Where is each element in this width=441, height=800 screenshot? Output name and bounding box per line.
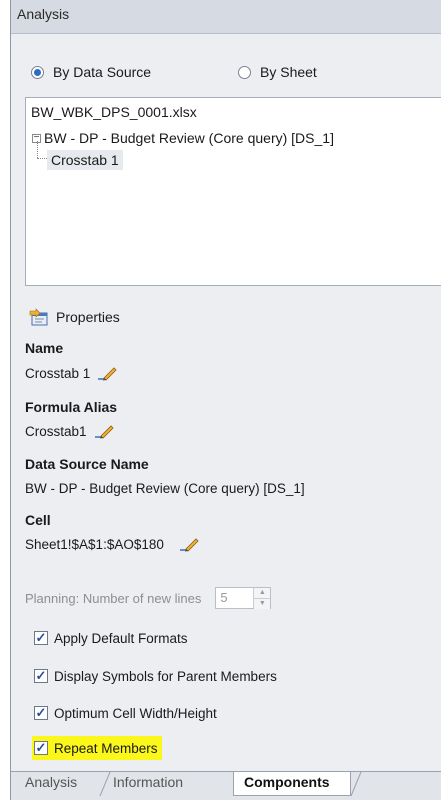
- tree-root-item[interactable]: BW_WBK_DPS_0001.xlsx: [31, 104, 197, 120]
- checkbox-display-symbols[interactable]: ✓ Display Symbols for Parent Members: [34, 666, 277, 686]
- stepper-up-icon[interactable]: ▲: [254, 588, 271, 599]
- checkbox-icon[interactable]: ✓: [34, 741, 48, 755]
- checkbox-optimum-cell-width[interactable]: ✓ Optimum Cell Width/Height: [34, 703, 217, 723]
- tab-separator: [350, 772, 362, 796]
- formula-alias-label: Formula Alias: [25, 399, 118, 415]
- stepper-buttons: ▲ ▼: [253, 588, 271, 609]
- bottom-tab-bar: Analysis Information Components: [11, 771, 441, 800]
- properties-icon: [29, 308, 48, 326]
- planning-label: Planning: Number of new lines: [25, 590, 202, 606]
- checkbox-label: Optimum Cell Width/Height: [54, 705, 217, 721]
- tab-information[interactable]: Information: [103, 772, 193, 796]
- checkbox-icon[interactable]: ✓: [34, 669, 48, 683]
- radio-by-data-source[interactable]: By Data Source: [31, 62, 151, 82]
- checkbox-icon[interactable]: ✓: [34, 706, 48, 720]
- data-source-name-value: BW - DP - Budget Review (Core query) [DS…: [25, 481, 305, 496]
- tree-query-label: BW - DP - Budget Review (Core query) [DS…: [44, 130, 334, 146]
- radio-indicator[interactable]: [31, 65, 44, 79]
- name-value-row: Crosstab 1: [25, 365, 118, 381]
- cell-value-row: Sheet1!$A$1:$AO$180: [25, 536, 200, 552]
- tree-query-item[interactable]: − BW - DP - Budget Review (Core query) […: [32, 130, 334, 146]
- analysis-panel: Analysis By Data Source By Sheet BW_WBK_…: [10, 0, 441, 800]
- checkbox-icon[interactable]: ✓: [34, 631, 48, 645]
- formula-alias-row: Crosstab1: [25, 423, 115, 439]
- pencil-icon[interactable]: [178, 536, 200, 552]
- name-value: Crosstab 1: [25, 365, 91, 381]
- data-source-name-label: Data Source Name: [25, 456, 149, 472]
- pencil-icon[interactable]: [93, 423, 115, 439]
- radio-indicator[interactable]: [238, 65, 251, 79]
- tree-leaf-item[interactable]: Crosstab 1: [47, 150, 123, 170]
- name-label: Name: [25, 340, 64, 356]
- formula-alias-value: Crosstab1: [25, 423, 87, 439]
- cell-value: Sheet1!$A$1:$AO$180: [25, 536, 164, 552]
- checkbox-label: Repeat Members: [54, 740, 158, 756]
- new-lines-value[interactable]: 5: [216, 588, 253, 608]
- radio-label: By Data Source: [53, 64, 152, 80]
- properties-heading: Properties: [56, 309, 120, 325]
- data-source-tree[interactable]: BW_WBK_DPS_0001.xlsx − BW - DP - Budget …: [25, 97, 441, 286]
- checkbox-apply-default-formats[interactable]: ✓ Apply Default Formats: [34, 628, 188, 648]
- checkbox-label: Apply Default Formats: [54, 630, 188, 646]
- tree-connector-line: [37, 141, 38, 158]
- cell-label: Cell: [25, 512, 51, 528]
- checkbox-label: Display Symbols for Parent Members: [54, 668, 277, 684]
- panel-title: Analysis: [11, 0, 441, 34]
- tab-components[interactable]: Components: [233, 772, 351, 796]
- new-lines-stepper[interactable]: 5 ▲ ▼: [215, 587, 272, 609]
- radio-by-sheet[interactable]: By Sheet: [238, 62, 317, 82]
- planning-new-lines-row: Planning: Number of new lines 5 ▲ ▼: [25, 587, 272, 609]
- radio-label: By Sheet: [260, 64, 317, 80]
- tree-connector-line: [37, 158, 47, 159]
- tab-analysis[interactable]: Analysis: [15, 772, 87, 796]
- stepper-down-icon[interactable]: ▼: [254, 599, 271, 609]
- properties-header: Properties: [29, 308, 120, 326]
- checkbox-repeat-members[interactable]: ✓ Repeat Members: [32, 736, 162, 760]
- pencil-icon[interactable]: [96, 365, 118, 381]
